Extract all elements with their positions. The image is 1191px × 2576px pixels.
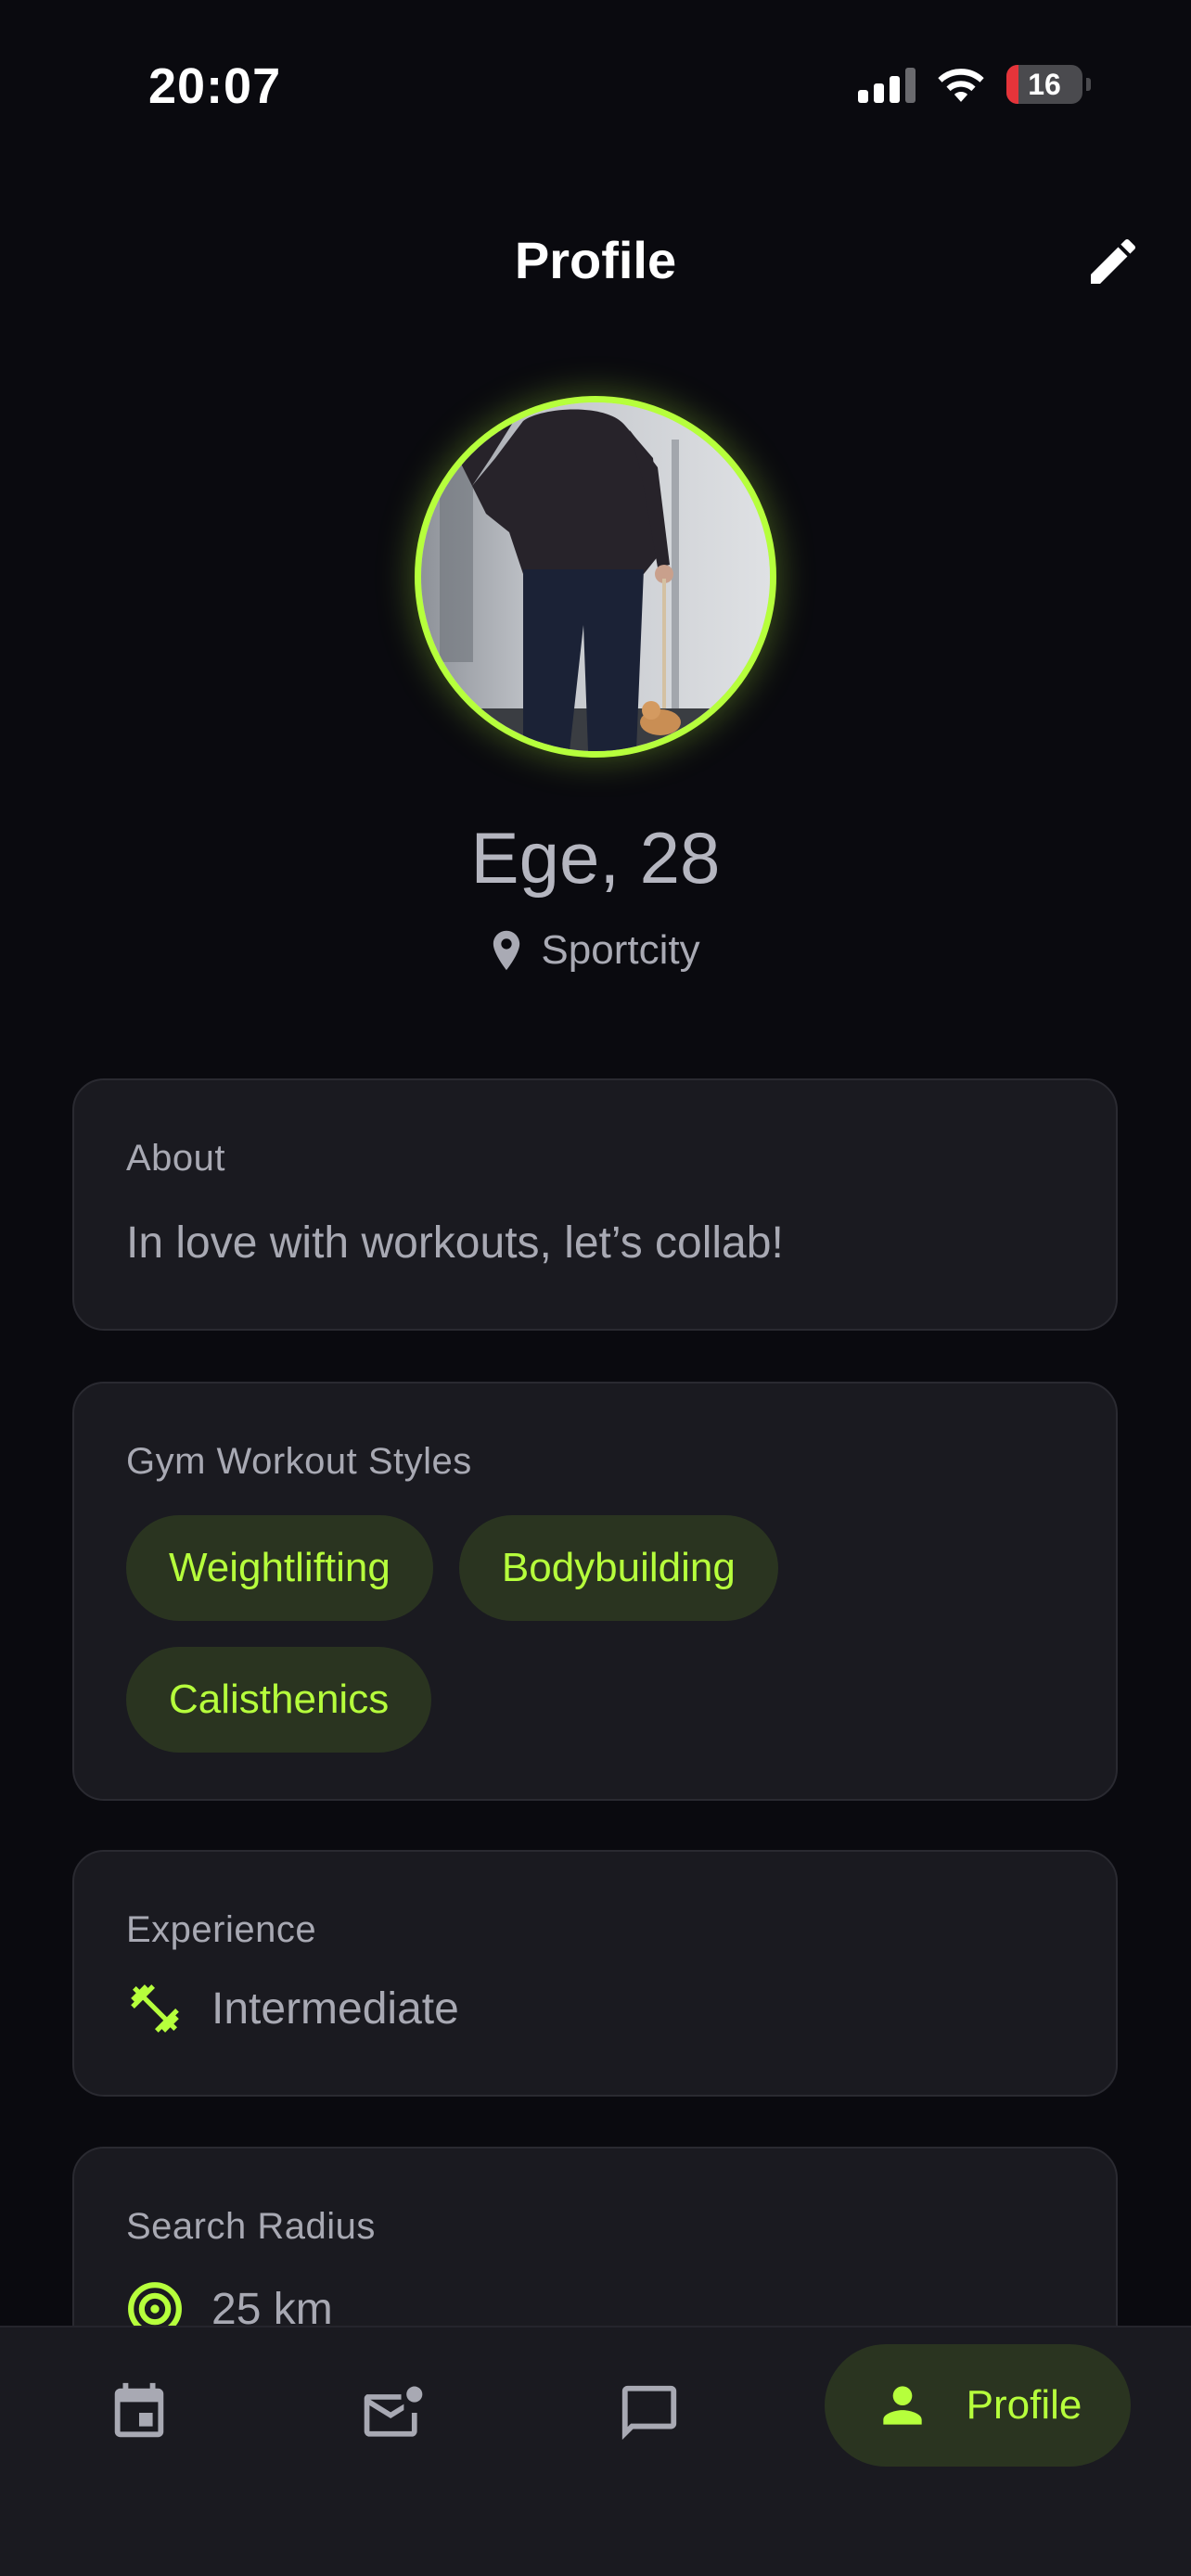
- calendar-icon: [114, 2382, 164, 2438]
- pencil-icon: [1091, 238, 1136, 284]
- dumbbell-icon: [131, 1984, 179, 2033]
- page-title: Profile: [514, 231, 677, 289]
- about-text: In love with workouts, let’s collab!: [126, 1218, 784, 1268]
- battery-cap: [1086, 78, 1091, 91]
- battery-percent: 16: [1028, 67, 1061, 101]
- experience-row: Intermediate: [126, 1980, 459, 2037]
- nav-chat[interactable]: [603, 2366, 696, 2459]
- chat-icon: [621, 2385, 677, 2441]
- nav-inbox[interactable]: [347, 2366, 440, 2459]
- mail-notification-icon: [364, 2386, 423, 2437]
- battery-indicator: 16: [1006, 65, 1082, 104]
- wifi-icon: [938, 69, 984, 102]
- bottom-nav: Profile: [0, 2326, 1191, 2576]
- workout-styles-title: Gym Workout Styles: [126, 1441, 472, 1482]
- nav-profile-label: Profile: [966, 2382, 1082, 2428]
- chip-calisthenics[interactable]: Calisthenics: [126, 1647, 432, 1753]
- search-radius-title: Search Radius: [126, 2206, 376, 2247]
- chip-weightlifting[interactable]: Weightlifting: [126, 1515, 433, 1621]
- avatar-photo: [421, 402, 770, 751]
- location-text: Sportcity: [541, 927, 700, 973]
- profile-name-age: Ege, 28: [470, 817, 721, 899]
- experience-card: Experience Intermediate: [72, 1850, 1118, 2097]
- cellular-signal-icon: [858, 66, 916, 103]
- workout-styles-card: Gym Workout Styles Weightlifting Bodybui…: [72, 1382, 1118, 1801]
- profile-screen: 20:07 16 Profile Ege, 28 Sportcity About…: [0, 0, 1191, 2576]
- experience-value: Intermediate: [211, 1983, 459, 2034]
- experience-title: Experience: [126, 1909, 317, 1950]
- workout-style-chips: Weightlifting Bodybuilding Calisthenics: [126, 1515, 868, 1753]
- location-pin-icon: [493, 930, 520, 971]
- about-card: About In love with workouts, let’s colla…: [72, 1078, 1118, 1331]
- nav-profile[interactable]: Profile: [825, 2344, 1131, 2467]
- chip-bodybuilding[interactable]: Bodybuilding: [458, 1515, 778, 1621]
- avatar[interactable]: [415, 396, 776, 758]
- edit-profile-button[interactable]: [1080, 228, 1146, 295]
- status-time: 20:07: [148, 58, 282, 114]
- person-icon: [882, 2386, 922, 2425]
- about-title: About: [126, 1138, 226, 1179]
- profile-location: Sportcity: [0, 927, 1191, 974]
- battery-fill: [1006, 65, 1019, 104]
- nav-calendar[interactable]: [93, 2366, 186, 2459]
- status-icons: 16: [858, 65, 1091, 104]
